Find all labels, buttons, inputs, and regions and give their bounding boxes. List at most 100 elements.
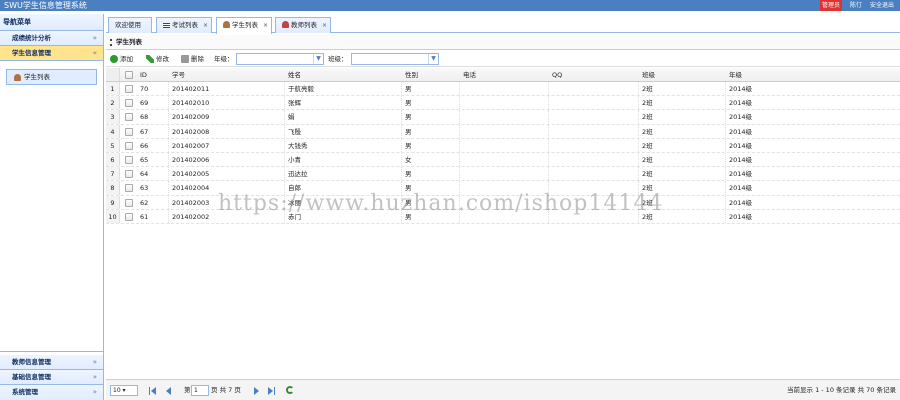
column-divider (168, 138, 169, 152)
cell-student-no: 201402004 (172, 184, 210, 193)
close-icon[interactable]: × (322, 18, 327, 33)
pager-summary: 当前显示 1 - 10 条记录 共 70 条记录 (787, 386, 896, 394)
row-checkbox[interactable] (125, 170, 133, 179)
table-row[interactable]: 5 66 201402007 大钱秀 男 2班 2014级 (106, 138, 900, 153)
cell-gender: 男 (405, 127, 412, 136)
column-header-phone[interactable]: 电话 (463, 68, 476, 82)
row-checkbox[interactable] (125, 141, 133, 150)
row-checkbox[interactable] (125, 198, 133, 207)
cell-id: 63 (140, 184, 149, 193)
watermark: https://www.huzhan.com/ishop14144 (218, 191, 664, 216)
row-checkbox[interactable] (125, 85, 133, 93)
cell-id: 65 (140, 155, 149, 164)
cell-name: 娟 (288, 113, 295, 122)
column-divider (725, 110, 726, 124)
double-chevron-down-icon: » (92, 358, 97, 366)
cell-grade: 2014级 (729, 184, 753, 193)
cell-class: 2班 (642, 141, 653, 150)
logout-link[interactable]: 安全退出 (870, 0, 894, 11)
class-filter-select[interactable]: ▼ (351, 53, 439, 65)
table-row[interactable]: 4 67 201402008 飞殷 男 2班 2014级 (106, 124, 900, 139)
edit-button[interactable]: 修改 (146, 51, 169, 67)
row-number: 3 (106, 110, 120, 124)
column-divider (168, 82, 169, 96)
cell-grade: 2014级 (729, 99, 753, 108)
cell-grade: 2014级 (729, 170, 753, 179)
table-row[interactable]: 1 70 201402011 于航亮毅 男 2班 2014级 (106, 82, 900, 97)
row-checkbox[interactable] (125, 155, 133, 164)
cell-id: 64 (140, 170, 149, 179)
column-header-id[interactable]: ID (140, 68, 147, 82)
table-row[interactable]: 6 65 201402006 小青 女 2班 2014级 (106, 152, 900, 168)
column-header-class[interactable]: 班级 (642, 68, 655, 82)
last-page-bar (274, 387, 275, 395)
delete-label: 删除 (191, 55, 204, 63)
cell-student-no: 201402003 (172, 198, 210, 207)
column-header-student-no[interactable]: 学号 (172, 68, 185, 82)
page-number-input[interactable]: 1 (191, 385, 209, 396)
column-divider (401, 96, 402, 110)
tab-welcome[interactable]: 欢迎使用 (108, 17, 152, 33)
column-divider (548, 138, 549, 152)
table-row[interactable]: 7 64 201402005 迅达拉 男 2班 2014级 (106, 167, 900, 182)
add-button[interactable]: 添加 (110, 51, 133, 67)
select-all-checkbox[interactable] (125, 71, 133, 79)
column-header-grade[interactable]: 年级 (729, 68, 742, 82)
cell-name: 飞殷 (288, 127, 301, 136)
cell-id: 61 (140, 212, 149, 221)
row-number: 6 (106, 152, 120, 167)
prev-page-icon[interactable] (166, 387, 171, 395)
table-row[interactable]: 2 69 201402010 张辉 男 2班 2014级 (106, 96, 900, 111)
row-checkbox[interactable] (125, 127, 133, 136)
panel-header: 学生列表 (106, 35, 900, 50)
delete-button[interactable]: 删除 (181, 51, 204, 67)
first-page-icon[interactable] (151, 387, 156, 395)
cell-id: 62 (140, 198, 149, 207)
cell-grade: 2014级 (729, 141, 753, 150)
close-icon[interactable]: × (203, 18, 208, 33)
cell-class: 2班 (642, 170, 653, 179)
sidebar-section-score-analysis[interactable]: 成绩统计分析 » (0, 31, 103, 46)
cell-class: 2班 (642, 155, 653, 164)
next-page-icon[interactable] (254, 387, 259, 395)
column-divider (548, 124, 549, 138)
cell-student-no: 201402010 (172, 99, 210, 108)
column-divider (725, 195, 726, 209)
tab-teacher-list[interactable]: 教师列表 × (275, 17, 331, 33)
page-size-select[interactable]: 10 ▾ (110, 385, 138, 396)
row-checkbox[interactable] (125, 212, 133, 221)
grade-filter-select[interactable]: ▼ (236, 53, 324, 65)
row-checkbox[interactable] (125, 99, 133, 108)
chevron-down-icon: ▼ (428, 54, 438, 64)
tab-student-list[interactable]: 学生列表 × (216, 17, 272, 34)
title-bar: SWU学生信息管理系统 管理员 陈仃 安全退出 (0, 0, 900, 11)
rownum-header (106, 68, 120, 81)
column-divider (638, 138, 639, 152)
row-number: 4 (106, 124, 120, 138)
last-page-icon[interactable] (268, 387, 273, 395)
row-checkbox[interactable] (125, 184, 133, 193)
double-chevron-left-icon[interactable]: « (3, 14, 97, 31)
column-divider (638, 124, 639, 138)
sidebar-section-student-management[interactable]: 学生信息管理 « (0, 46, 103, 61)
grid-header: ID 学号 姓名 性别 电话 QQ 班级 年级 (106, 68, 900, 82)
sidebar-header: 导航菜单 « (0, 14, 103, 31)
column-header-gender[interactable]: 性别 (405, 68, 418, 82)
sidebar-item-student-list[interactable]: 学生列表 (6, 69, 97, 85)
column-divider (459, 167, 460, 181)
cell-gender: 男 (405, 170, 412, 179)
sidebar-section-basic-info[interactable]: 基础信息管理 » (0, 370, 103, 385)
tab-exam-list[interactable]: 考试列表 × (156, 17, 212, 33)
refresh-icon[interactable] (286, 386, 294, 394)
close-icon[interactable]: × (263, 18, 268, 33)
sidebar-section-teacher-management[interactable]: 教师信息管理 » (0, 355, 103, 370)
edit-label: 修改 (156, 55, 169, 63)
column-header-name[interactable]: 姓名 (288, 68, 301, 82)
sidebar-section-body: 学生列表 (0, 61, 103, 352)
pager: 10 ▾ 第 1 页 共 7 页 当前显示 1 - 10 条记录 共 70 条记… (106, 379, 900, 400)
sidebar-item-label: 学生列表 (24, 73, 50, 81)
row-checkbox[interactable] (125, 113, 133, 122)
column-header-qq[interactable]: QQ (552, 68, 562, 82)
table-row[interactable]: 3 68 201402009 娟 男 2班 2014级 (106, 110, 900, 125)
sidebar-section-system[interactable]: 系统管理 » (0, 385, 103, 400)
